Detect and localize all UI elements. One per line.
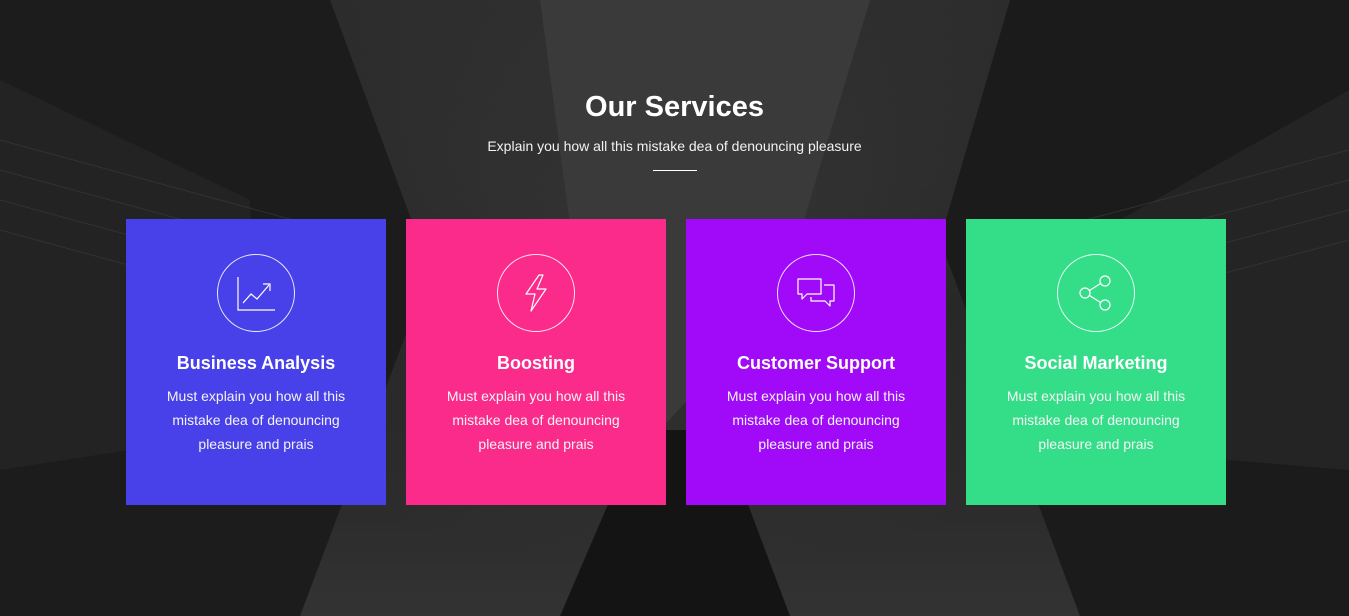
- service-description: Must explain you how all this mistake de…: [726, 388, 906, 452]
- service-card-boosting[interactable]: Boosting Must explain you how all this m…: [406, 219, 666, 505]
- service-description: Must explain you how all this mistake de…: [166, 388, 346, 452]
- service-card-customer-support[interactable]: Customer Support Must explain you how al…: [686, 219, 946, 505]
- line-chart-icon: [237, 277, 275, 311]
- service-card-social-marketing[interactable]: Social Marketing Must explain you how al…: [966, 219, 1226, 505]
- service-title: Social Marketing: [1024, 353, 1168, 373]
- icon-circle: [497, 254, 575, 332]
- service-description: Must explain you how all this mistake de…: [446, 388, 626, 452]
- icon-circle: [1057, 254, 1135, 332]
- service-description: Must explain you how all this mistake de…: [1006, 388, 1186, 452]
- service-title: Boosting: [497, 353, 575, 373]
- services-grid: Business Analysis Must explain you how a…: [126, 219, 1226, 505]
- section-title: Our Services: [585, 91, 764, 123]
- service-title: Business Analysis: [176, 353, 336, 373]
- share-icon: [1079, 275, 1111, 311]
- section-subtitle: Explain you how all this mistake dea of …: [487, 138, 862, 154]
- title-divider: [652, 170, 697, 171]
- section-header: Our Services Explain you how all this mi…: [0, 86, 1349, 171]
- icon-circle: [217, 254, 295, 332]
- icon-circle: [777, 254, 855, 332]
- service-card-business-analysis[interactable]: Business Analysis Must explain you how a…: [126, 219, 386, 505]
- chat-bubbles-icon: [797, 278, 835, 307]
- lightning-icon: [525, 274, 547, 312]
- service-title: Customer Support: [736, 353, 895, 373]
